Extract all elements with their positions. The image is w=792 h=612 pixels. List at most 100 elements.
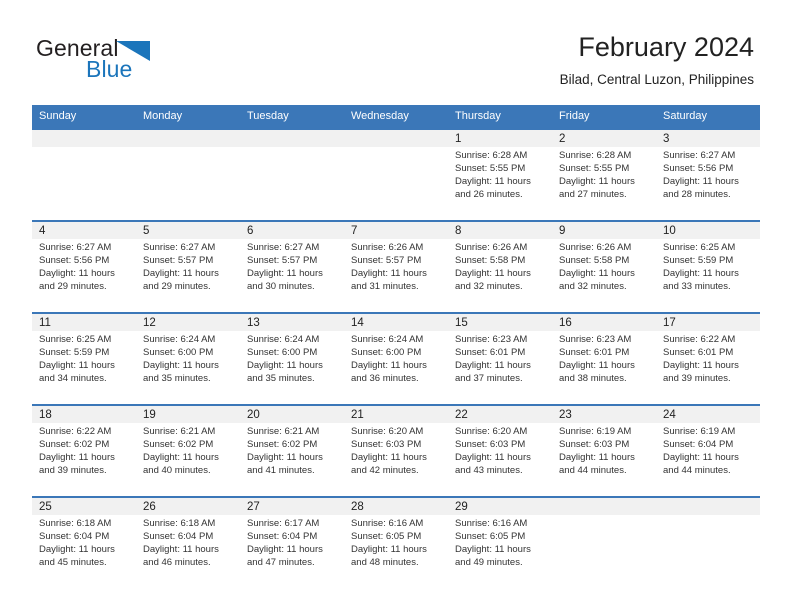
calendar-day-cell[interactable]: 10 Sunrise: 6:25 AM Sunset: 5:59 PM Dayl… [656, 222, 760, 312]
day-number: 12 [136, 314, 240, 331]
sunset-text: Sunset: 6:04 PM [247, 530, 318, 542]
calendar-day-cell[interactable]: 27 Sunrise: 6:17 AM Sunset: 6:04 PM Dayl… [240, 498, 344, 588]
day-info: Sunrise: 6:26 AM Sunset: 5:58 PM Dayligh… [448, 239, 552, 294]
weekday-header-tuesday: Tuesday [247, 110, 289, 122]
sunrise-text: Sunrise: 6:24 AM [143, 334, 216, 345]
calendar-day-cell[interactable]: 4 Sunrise: 6:27 AM Sunset: 5:56 PM Dayli… [32, 222, 136, 312]
calendar-day-cell[interactable]: 9 Sunrise: 6:26 AM Sunset: 5:58 PM Dayli… [552, 222, 656, 312]
calendar-day-cell[interactable]: 15 Sunrise: 6:23 AM Sunset: 6:01 PM Dayl… [448, 314, 552, 404]
calendar-day-cell[interactable]: 24 Sunrise: 6:19 AM Sunset: 6:04 PM Dayl… [656, 406, 760, 496]
day-info: Sunrise: 6:21 AM Sunset: 6:02 PM Dayligh… [240, 423, 344, 478]
daylight-text: Daylight: 11 hours and 29 minutes. [143, 267, 219, 292]
sunrise-text: Sunrise: 6:27 AM [247, 242, 320, 253]
day-info: Sunrise: 6:22 AM Sunset: 6:01 PM Dayligh… [656, 331, 760, 386]
daylight-text: Daylight: 11 hours and 44 minutes. [663, 451, 739, 476]
day-info: Sunrise: 6:28 AM Sunset: 5:55 PM Dayligh… [552, 147, 656, 202]
calendar-day-cell[interactable]: 6 Sunrise: 6:27 AM Sunset: 5:57 PM Dayli… [240, 222, 344, 312]
day-info: Sunrise: 6:26 AM Sunset: 5:58 PM Dayligh… [552, 239, 656, 294]
day-number [136, 130, 240, 147]
day-info: Sunrise: 6:24 AM Sunset: 6:00 PM Dayligh… [344, 331, 448, 386]
day-number: 17 [656, 314, 760, 331]
day-number: 9 [552, 222, 656, 239]
calendar-day-cell[interactable]: 18 Sunrise: 6:22 AM Sunset: 6:02 PM Dayl… [32, 406, 136, 496]
day-number: 6 [240, 222, 344, 239]
calendar-day-cell[interactable]: 3 Sunrise: 6:27 AM Sunset: 5:56 PM Dayli… [656, 130, 760, 220]
calendar-day-cell[interactable]: 8 Sunrise: 6:26 AM Sunset: 5:58 PM Dayli… [448, 222, 552, 312]
sunset-text: Sunset: 6:05 PM [455, 530, 526, 542]
day-number: 5 [136, 222, 240, 239]
sunset-text: Sunset: 5:58 PM [455, 254, 526, 266]
sunset-text: Sunset: 6:02 PM [39, 438, 110, 450]
calendar-day-cell[interactable]: 17 Sunrise: 6:22 AM Sunset: 6:01 PM Dayl… [656, 314, 760, 404]
day-info: Sunrise: 6:18 AM Sunset: 6:04 PM Dayligh… [136, 515, 240, 570]
day-number: 29 [448, 498, 552, 515]
calendar-day-cell[interactable]: 29 Sunrise: 6:16 AM Sunset: 6:05 PM Dayl… [448, 498, 552, 588]
day-number [240, 130, 344, 147]
day-number: 2 [552, 130, 656, 147]
sunset-text: Sunset: 6:00 PM [247, 346, 318, 358]
day-number [32, 130, 136, 147]
calendar-day-cell [136, 130, 240, 220]
calendar-day-cell[interactable]: 14 Sunrise: 6:24 AM Sunset: 6:00 PM Dayl… [344, 314, 448, 404]
daylight-text: Daylight: 11 hours and 38 minutes. [559, 359, 635, 384]
calendar-day-cell[interactable]: 5 Sunrise: 6:27 AM Sunset: 5:57 PM Dayli… [136, 222, 240, 312]
daylight-text: Daylight: 11 hours and 35 minutes. [143, 359, 219, 384]
day-number [656, 498, 760, 515]
sunrise-text: Sunrise: 6:22 AM [663, 334, 736, 345]
daylight-text: Daylight: 11 hours and 39 minutes. [663, 359, 739, 384]
calendar-day-cell[interactable]: 20 Sunrise: 6:21 AM Sunset: 6:02 PM Dayl… [240, 406, 344, 496]
daylight-text: Daylight: 11 hours and 27 minutes. [559, 175, 635, 200]
sunrise-text: Sunrise: 6:26 AM [559, 242, 632, 253]
sunrise-text: Sunrise: 6:23 AM [559, 334, 632, 345]
day-info: Sunrise: 6:24 AM Sunset: 6:00 PM Dayligh… [136, 331, 240, 386]
calendar-day-cell[interactable]: 11 Sunrise: 6:25 AM Sunset: 5:59 PM Dayl… [32, 314, 136, 404]
calendar-day-cell[interactable]: 13 Sunrise: 6:24 AM Sunset: 6:00 PM Dayl… [240, 314, 344, 404]
day-info: Sunrise: 6:27 AM Sunset: 5:57 PM Dayligh… [136, 239, 240, 294]
daylight-text: Daylight: 11 hours and 33 minutes. [663, 267, 739, 292]
day-number [552, 498, 656, 515]
sunset-text: Sunset: 6:00 PM [351, 346, 422, 358]
weekday-header-wednesday: Wednesday [351, 110, 409, 122]
daylight-text: Daylight: 11 hours and 37 minutes. [455, 359, 531, 384]
calendar-day-cell[interactable]: 26 Sunrise: 6:18 AM Sunset: 6:04 PM Dayl… [136, 498, 240, 588]
day-info: Sunrise: 6:22 AM Sunset: 6:02 PM Dayligh… [32, 423, 136, 478]
daylight-text: Daylight: 11 hours and 40 minutes. [143, 451, 219, 476]
sunset-text: Sunset: 6:01 PM [559, 346, 630, 358]
calendar-day-cell[interactable]: 1 Sunrise: 6:28 AM Sunset: 5:55 PM Dayli… [448, 130, 552, 220]
day-info: Sunrise: 6:27 AM Sunset: 5:56 PM Dayligh… [656, 147, 760, 202]
day-number: 8 [448, 222, 552, 239]
calendar-day-cell[interactable]: 7 Sunrise: 6:26 AM Sunset: 5:57 PM Dayli… [344, 222, 448, 312]
sunset-text: Sunset: 6:05 PM [351, 530, 422, 542]
calendar-day-cell[interactable]: 2 Sunrise: 6:28 AM Sunset: 5:55 PM Dayli… [552, 130, 656, 220]
daylight-text: Daylight: 11 hours and 44 minutes. [559, 451, 635, 476]
calendar-week-row: 11 Sunrise: 6:25 AM Sunset: 5:59 PM Dayl… [32, 312, 760, 404]
sunset-text: Sunset: 5:55 PM [455, 162, 526, 174]
daylight-text: Daylight: 11 hours and 41 minutes. [247, 451, 323, 476]
sunset-text: Sunset: 6:01 PM [663, 346, 734, 358]
day-number: 26 [136, 498, 240, 515]
calendar-day-cell[interactable]: 25 Sunrise: 6:18 AM Sunset: 6:04 PM Dayl… [32, 498, 136, 588]
daylight-text: Daylight: 11 hours and 47 minutes. [247, 543, 323, 568]
day-number: 14 [344, 314, 448, 331]
sunset-text: Sunset: 6:00 PM [143, 346, 214, 358]
sunset-text: Sunset: 5:57 PM [143, 254, 214, 266]
calendar-day-cell[interactable]: 21 Sunrise: 6:20 AM Sunset: 6:03 PM Dayl… [344, 406, 448, 496]
day-info: Sunrise: 6:23 AM Sunset: 6:01 PM Dayligh… [552, 331, 656, 386]
calendar-day-cell[interactable]: 23 Sunrise: 6:19 AM Sunset: 6:03 PM Dayl… [552, 406, 656, 496]
sunset-text: Sunset: 5:57 PM [351, 254, 422, 266]
calendar-week-row: 4 Sunrise: 6:27 AM Sunset: 5:56 PM Dayli… [32, 220, 760, 312]
sunrise-text: Sunrise: 6:19 AM [559, 426, 632, 437]
general-blue-logo[interactable]: General Blue [36, 36, 236, 88]
calendar-day-cell[interactable]: 28 Sunrise: 6:16 AM Sunset: 6:05 PM Dayl… [344, 498, 448, 588]
calendar-day-cell[interactable]: 19 Sunrise: 6:21 AM Sunset: 6:02 PM Dayl… [136, 406, 240, 496]
daylight-text: Daylight: 11 hours and 39 minutes. [39, 451, 115, 476]
day-number: 19 [136, 406, 240, 423]
calendar-day-cell[interactable]: 12 Sunrise: 6:24 AM Sunset: 6:00 PM Dayl… [136, 314, 240, 404]
calendar-day-cell[interactable]: 16 Sunrise: 6:23 AM Sunset: 6:01 PM Dayl… [552, 314, 656, 404]
daylight-text: Daylight: 11 hours and 30 minutes. [247, 267, 323, 292]
sunrise-text: Sunrise: 6:22 AM [39, 426, 112, 437]
day-info: Sunrise: 6:20 AM Sunset: 6:03 PM Dayligh… [344, 423, 448, 478]
daylight-text: Daylight: 11 hours and 32 minutes. [455, 267, 531, 292]
calendar-day-cell [240, 130, 344, 220]
calendar-day-cell[interactable]: 22 Sunrise: 6:20 AM Sunset: 6:03 PM Dayl… [448, 406, 552, 496]
